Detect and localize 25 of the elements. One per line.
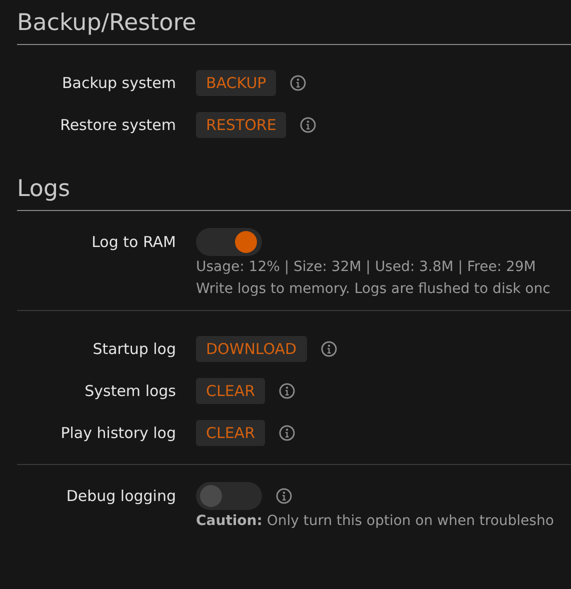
setting-label: Restore system (59, 116, 176, 134)
help-text: Caution: Only turn this option on when troublesho (196, 512, 555, 531)
setting-label: Log to RAM (90, 233, 176, 251)
section-heading: Logs (17, 172, 571, 211)
setting-label: Backup system (61, 74, 176, 92)
section-heading: Backup/Restore (17, 6, 571, 45)
info-icon[interactable] (279, 383, 295, 399)
action-button[interactable]: CLEAR (196, 420, 265, 446)
action-button[interactable]: CLEAR (196, 378, 265, 404)
action-button[interactable]: DOWNLOAD (196, 336, 307, 362)
info-icon[interactable] (300, 117, 316, 133)
toggle-switch[interactable] (196, 482, 262, 510)
info-icon[interactable] (290, 75, 306, 91)
info-icon[interactable] (276, 488, 292, 504)
help-text: Write logs to memory. Logs are flushed to disk onc (196, 280, 552, 299)
help-text: Usage: 12% | Size: 32M | Used: 3.8M | Free: 29M (196, 258, 537, 277)
setting-label: System logs (84, 382, 176, 400)
info-icon[interactable] (279, 425, 295, 441)
info-icon[interactable] (320, 341, 337, 357)
action-button[interactable]: RESTORE (196, 112, 286, 138)
setting-label: Play history log (60, 424, 176, 442)
toggle-switch[interactable] (196, 228, 262, 256)
action-button[interactable]: BACKUP (196, 70, 276, 96)
setting-label: Startup log (92, 340, 176, 358)
setting-label: Debug logging (65, 487, 176, 505)
